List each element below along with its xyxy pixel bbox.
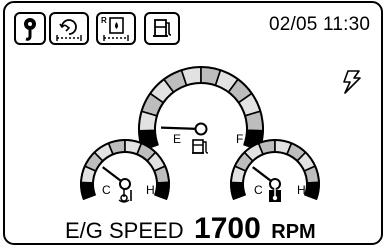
fuel-gauge-scale xyxy=(138,66,264,152)
engine-speed-unit: RPM xyxy=(271,221,316,243)
coolant-temperature-gauge: C H xyxy=(230,139,320,202)
gauge-cluster: E F C H C H xyxy=(80,66,320,203)
engine-speed-label: E/G SPEED xyxy=(65,218,184,243)
fuel-gauge: E F xyxy=(138,66,264,154)
oil-temperature-gauge: C H xyxy=(80,139,170,203)
coolant-temperature-gauge-hub xyxy=(269,178,281,190)
fuel-gauge-icon xyxy=(192,139,209,154)
fuel-gauge-hub xyxy=(194,122,208,136)
fuel-max-label: F xyxy=(236,132,243,146)
engine-speed-readout: E/G SPEED 1700 RPM xyxy=(65,212,316,246)
oil-temp-min-label: C xyxy=(102,183,111,197)
coolant-temp-max-label: H xyxy=(297,183,306,197)
engine-speed-value: 1700 xyxy=(194,212,261,245)
oil-temperature-icon xyxy=(118,188,132,203)
monitor-screen: R 02/05 11:30 E F C H C H E/G SPEED 1700… xyxy=(3,1,383,245)
fuel-min-label: E xyxy=(173,132,181,146)
coolant-temperature-icon xyxy=(269,188,281,202)
coolant-temp-min-label: C xyxy=(254,183,263,197)
oil-temp-max-label: H xyxy=(146,183,155,197)
oil-temperature-gauge-scale xyxy=(80,139,170,201)
oil-temperature-gauge-hub xyxy=(119,178,131,190)
